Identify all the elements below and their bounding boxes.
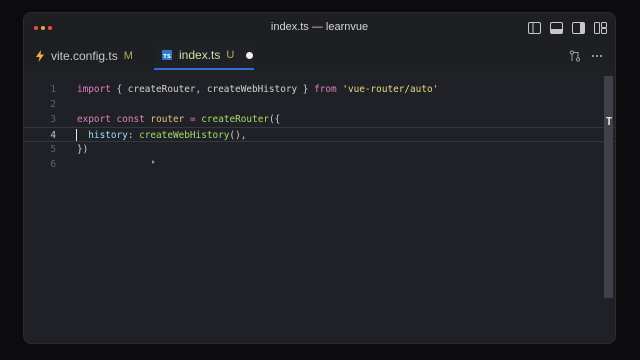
code-token: createWebHistory — [139, 130, 230, 141]
layout-controls — [528, 22, 607, 34]
line-number: 1 — [50, 84, 56, 95]
code-token: history — [77, 130, 128, 141]
code-text: }) — [77, 142, 88, 157]
code-line[interactable]: 1 import { createRouter, createWebHistory… — [24, 82, 615, 97]
text-cursor — [76, 129, 77, 141]
code-token: : — [127, 130, 140, 141]
code-token: const — [116, 114, 145, 125]
tab-index-ts[interactable]: TS index.ts U — [154, 42, 254, 70]
code-text: import { createRouter, createWebHistory … — [77, 82, 438, 97]
lightning-icon — [36, 50, 44, 62]
line-number: 6 — [50, 159, 56, 170]
line-number: 5 — [50, 144, 56, 155]
open-changes-icon[interactable] — [569, 50, 581, 62]
mouse-pointer-icon — [152, 160, 155, 164]
code-line[interactable]: 5}) — [24, 142, 615, 157]
more-actions-icon[interactable] — [591, 54, 603, 58]
tab-label: vite.config.ts — [51, 49, 118, 63]
customize-layout-icon[interactable] — [594, 22, 607, 34]
line-number: 4 — [50, 130, 56, 141]
code-token: export — [77, 114, 111, 125]
code-token: (), — [229, 130, 247, 141]
line-number: 3 — [50, 114, 56, 125]
svg-text:TS: TS — [163, 54, 171, 60]
code-token: router — [150, 114, 185, 125]
toggle-secondary-sidebar-icon[interactable] — [572, 22, 585, 34]
line-number: 2 — [50, 99, 56, 110]
code-token: createRouter — [201, 114, 269, 125]
code-line[interactable]: 2 — [24, 97, 615, 112]
git-status-badge: M — [123, 50, 133, 62]
code-token: from — [314, 84, 337, 95]
code-line[interactable]: 3 export const router = createRouter({ — [24, 112, 615, 127]
code-token: ({ — [269, 114, 281, 125]
window-title: index.ts — learnvue — [270, 21, 369, 33]
text-cursor-icon: T — [605, 115, 613, 128]
code-token: }) — [77, 144, 89, 155]
toggle-panel-icon[interactable] — [550, 22, 563, 34]
editor-actions — [569, 50, 603, 62]
code-editor[interactable]: 1 import { createRouter, createWebHistory… — [24, 70, 615, 343]
code-line[interactable]: 4 history: createWebHistory(), — [24, 127, 615, 142]
code-text: history: createWebHistory(), — [77, 128, 246, 143]
git-status-badge: U — [226, 49, 235, 61]
editor-tab-bar: vite.config.ts M TS index.ts U — [24, 42, 615, 71]
code-token: import — [77, 84, 111, 95]
typescript-icon: TS — [162, 50, 172, 60]
toggle-primary-sidebar-icon[interactable] — [528, 22, 541, 34]
code-text: export const router = createRouter({ — [77, 112, 280, 127]
unsaved-indicator-icon[interactable] — [246, 51, 254, 59]
vertical-scrollbar[interactable] — [604, 76, 613, 298]
code-token: { createRouter, createWebHistory } — [110, 84, 315, 95]
tab-label: index.ts — [179, 48, 221, 62]
code-line[interactable]: 6 — [24, 157, 615, 172]
code-token: 'vue-router/auto' — [342, 84, 439, 95]
title-bar: index.ts — learnvue — [24, 13, 615, 42]
editor-window: index.ts — learnvue vite.config.ts M TS … — [24, 13, 615, 343]
tab-vite-config[interactable]: vite.config.ts M — [30, 42, 154, 70]
